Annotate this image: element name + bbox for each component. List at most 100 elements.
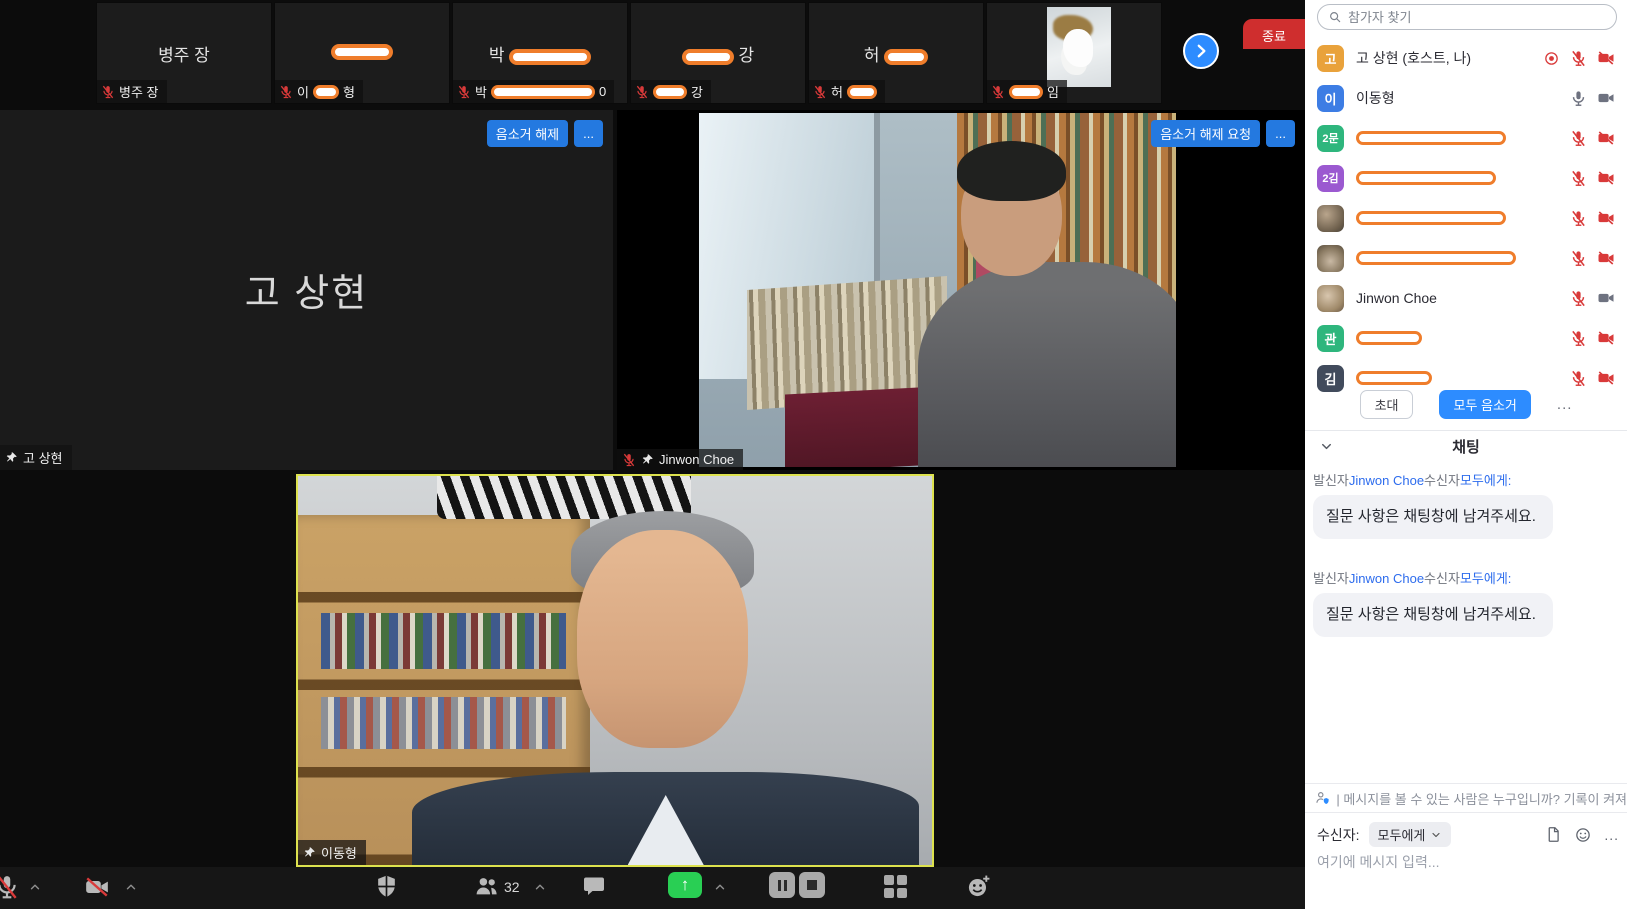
camera-off-icon bbox=[1597, 169, 1615, 187]
recording-indicator-icon bbox=[1543, 50, 1560, 67]
video-button[interactable] bbox=[84, 874, 110, 900]
participant-row[interactable]: 2문 bbox=[1305, 118, 1627, 158]
chat-input[interactable]: 여기에 메시지 입력... bbox=[1317, 852, 1597, 872]
zoom-meeting-window: 병주 장 병주 장 이 형 박 박 0 bbox=[0, 0, 1627, 909]
camera-off-icon bbox=[1597, 249, 1615, 267]
redaction-pill bbox=[682, 49, 734, 65]
tile-nameplate: 고 상현 bbox=[0, 445, 72, 470]
mic-muted-icon bbox=[1570, 210, 1587, 227]
invite-button[interactable]: 초대 bbox=[1360, 390, 1414, 419]
tile-nameplate: 임 bbox=[987, 80, 1067, 103]
msg-recipient[interactable]: 모두에게: bbox=[1460, 473, 1511, 488]
file-attach-icon[interactable] bbox=[1545, 826, 1562, 843]
participant-row[interactable]: 이 이동형 bbox=[1305, 78, 1627, 118]
participants-more-button[interactable]: ... bbox=[1557, 396, 1573, 413]
participant-row[interactable] bbox=[1305, 198, 1627, 238]
apps-button[interactable] bbox=[884, 875, 907, 898]
chat-collapse-button[interactable] bbox=[1319, 439, 1334, 454]
chat-button[interactable] bbox=[582, 874, 606, 898]
mic-muted-icon bbox=[813, 85, 827, 99]
video-feed bbox=[699, 113, 1176, 467]
unmute-button[interactable]: 음소거 해제 bbox=[487, 120, 568, 147]
avatar bbox=[1317, 285, 1344, 312]
avatar bbox=[1317, 245, 1344, 272]
participant-name: Jinwon Choe bbox=[1356, 290, 1558, 306]
chat-title: 채팅 bbox=[1305, 436, 1627, 457]
share-screen-button[interactable]: ↑ bbox=[668, 872, 702, 898]
avatar bbox=[1317, 205, 1344, 232]
reactions-button[interactable] bbox=[966, 874, 991, 899]
filmstrip-tile[interactable]: 임 bbox=[986, 2, 1162, 104]
pin-icon bbox=[303, 846, 316, 859]
participant-row[interactable]: Jinwon Choe bbox=[1305, 278, 1627, 318]
mic-muted-icon bbox=[101, 85, 115, 99]
share-options-caret[interactable] bbox=[713, 880, 727, 894]
redaction-pill bbox=[1356, 331, 1422, 345]
tile-more-button[interactable]: ... bbox=[1266, 120, 1295, 147]
tile-name-text: 박 bbox=[475, 82, 487, 101]
filmstrip-tile[interactable]: 박 박 0 bbox=[452, 2, 628, 104]
participant-row[interactable]: 고 고 상현 (호스트, 나) bbox=[1305, 38, 1627, 78]
msg-sender[interactable]: Jinwon Choe bbox=[1349, 571, 1424, 586]
person-shield-icon bbox=[1315, 789, 1330, 807]
request-unmute-button[interactable]: 음소거 해제 요청 bbox=[1151, 120, 1260, 147]
audio-options-caret[interactable] bbox=[28, 880, 42, 894]
mute-all-button[interactable]: 모두 음소거 bbox=[1439, 390, 1530, 419]
camera-off-icon bbox=[1597, 49, 1615, 67]
filmstrip-tile[interactable]: 허 허 bbox=[808, 2, 984, 104]
tile-name-text: 허 bbox=[831, 82, 843, 101]
video-tile-host[interactable]: 고 상현 음소거 해제 ... 고 상현 bbox=[0, 110, 613, 470]
mic-muted-icon bbox=[622, 453, 636, 467]
participants-button[interactable]: 32 bbox=[474, 874, 520, 899]
filmstrip-tile[interactable]: 이 형 bbox=[274, 2, 450, 104]
participant-row[interactable]: 2김 bbox=[1305, 158, 1627, 198]
tile-more-button[interactable]: ... bbox=[574, 120, 603, 147]
filmstrip-tile[interactable]: 병주 장 병주 장 bbox=[96, 2, 272, 104]
composer-more-button[interactable]: ... bbox=[1604, 827, 1619, 843]
camera-on-icon bbox=[1597, 89, 1615, 107]
stop-recording-button[interactable] bbox=[799, 872, 825, 898]
video-tile-jinwon[interactable]: 음소거 해제 요청 ... Jinwon Choe bbox=[617, 110, 1305, 470]
redaction-pill bbox=[1356, 211, 1506, 225]
msg-recipient[interactable]: 모두에게: bbox=[1460, 571, 1511, 586]
participants-caret[interactable] bbox=[533, 880, 547, 894]
chat-message: 발신자Jinwon Choe수신자모두에게: 질문 사항은 채팅창에 남겨주세요… bbox=[1313, 568, 1553, 637]
search-input[interactable] bbox=[1348, 10, 1606, 25]
filmstrip-next-button[interactable] bbox=[1183, 33, 1219, 69]
search-icon bbox=[1328, 10, 1342, 24]
mic-muted-icon bbox=[1570, 290, 1587, 307]
video-tile-active-speaker[interactable]: 이동형 bbox=[296, 474, 934, 867]
redaction-pill bbox=[1009, 85, 1043, 99]
tile-nameplate: 강 bbox=[631, 80, 711, 103]
filmstrip-tile[interactable]: 강 강 bbox=[630, 2, 806, 104]
mic-muted-icon bbox=[1570, 50, 1587, 67]
mic-muted-icon bbox=[1570, 170, 1587, 187]
chat-message: 발신자Jinwon Choe수신자모두에게: 질문 사항은 채팅창에 남겨주세요… bbox=[1313, 470, 1553, 539]
filmstrip: 병주 장 병주 장 이 형 박 박 0 bbox=[96, 2, 1162, 104]
chevron-down-icon bbox=[1319, 439, 1334, 454]
video-options-caret[interactable] bbox=[124, 880, 138, 894]
tile-name-text: 0 bbox=[599, 84, 606, 99]
participant-search[interactable] bbox=[1317, 4, 1617, 30]
security-button[interactable] bbox=[374, 874, 399, 899]
emoji-icon[interactable] bbox=[1574, 826, 1592, 844]
tile-nameplate: 병주 장 bbox=[97, 80, 167, 103]
end-meeting-button[interactable]: 종료 bbox=[1243, 19, 1305, 49]
redaction-pill bbox=[509, 49, 591, 65]
avatar: 고 bbox=[1317, 45, 1344, 72]
participant-row[interactable]: 관 bbox=[1305, 318, 1627, 358]
tile-nameplate: Jinwon Choe bbox=[617, 449, 743, 470]
participants-actions: 초대 모두 음소거 ... bbox=[1305, 390, 1627, 419]
meeting-toolbar: 32 ↑ bbox=[0, 867, 1305, 909]
pause-recording-button[interactable] bbox=[769, 872, 795, 898]
chat-privacy-notice: | 메시지를 볼 수 있는 사람은 누구입니까? 기록이 켜져 bbox=[1305, 783, 1627, 813]
recipient-dropdown[interactable]: 모두에게 bbox=[1369, 822, 1452, 847]
msg-to-label: 수신자 bbox=[1424, 473, 1460, 488]
chevron-up-icon bbox=[713, 880, 727, 894]
mute-button[interactable] bbox=[0, 874, 20, 900]
participant-row[interactable] bbox=[1305, 238, 1627, 278]
camera-on-icon bbox=[1597, 289, 1615, 307]
msg-sender[interactable]: Jinwon Choe bbox=[1349, 473, 1424, 488]
shield-icon bbox=[374, 874, 399, 899]
tile-center-name: 박 bbox=[489, 46, 505, 65]
